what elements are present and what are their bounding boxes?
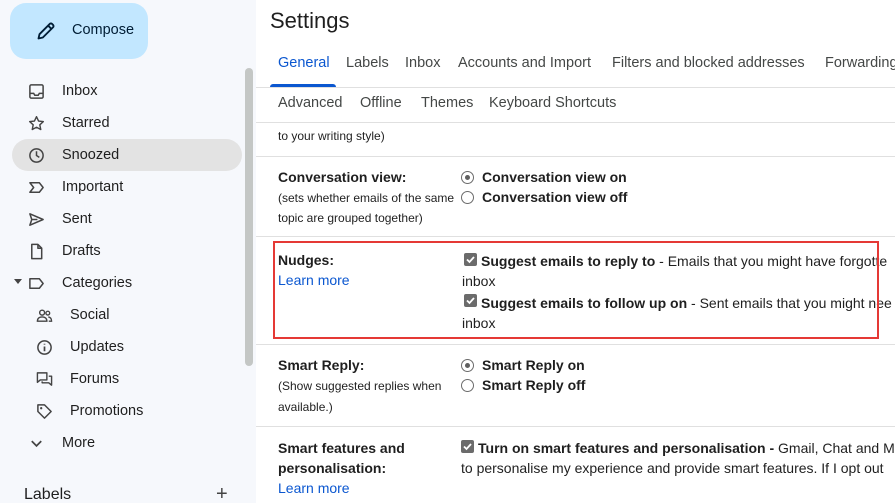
- section-divider: [256, 156, 895, 157]
- caret-down-icon[interactable]: [14, 279, 22, 284]
- tab-general[interactable]: General: [278, 55, 330, 71]
- sidebar-item-updates[interactable]: Updates: [12, 331, 242, 363]
- sidebar-item-more[interactable]: More: [12, 427, 242, 459]
- smart-reply-off-label: Smart Reply off: [482, 377, 586, 393]
- smart-reply-hint: (Show suggested replies when: [278, 379, 442, 393]
- sidebar-item-label: Forums: [70, 371, 120, 387]
- sidebar-item-label: Promotions: [70, 403, 144, 419]
- tab-labels[interactable]: Labels: [346, 55, 389, 71]
- section-divider: [256, 426, 895, 427]
- people-icon: [36, 309, 53, 322]
- add-label-button[interactable]: +: [216, 484, 228, 503]
- chevron-down-icon: [31, 440, 42, 448]
- conversation-view-hint: (sets whether emails of the same: [278, 191, 455, 205]
- send-icon: [29, 213, 44, 226]
- forum-icon: [36, 372, 53, 386]
- settings-panel: Settings General Labels Inbox Accounts a…: [256, 0, 895, 503]
- info-icon: [37, 340, 52, 355]
- sidebar-item-label: Sent: [62, 211, 92, 227]
- conversation-view-off-label: Conversation view off: [482, 189, 628, 205]
- checkmark-icon: [463, 443, 472, 451]
- sidebar-item-label: Updates: [70, 339, 125, 355]
- tab-offline[interactable]: Offline: [360, 95, 402, 111]
- sidebar-item-label: Social: [70, 307, 110, 323]
- important-icon: [29, 182, 44, 193]
- smart-reply-hint: available.): [278, 400, 333, 414]
- conversation-view-on-label: Conversation view on: [482, 169, 627, 185]
- sidebar: Compose Inbox Starred Snoozed Important …: [0, 0, 256, 503]
- sidebar-item-starred[interactable]: Starred: [12, 107, 242, 139]
- tabs-divider: [256, 122, 895, 123]
- sidebar-item-sent[interactable]: Sent: [12, 203, 242, 235]
- tabs-divider: [256, 87, 895, 88]
- section-divider: [256, 344, 895, 345]
- sidebar-item-categories[interactable]: Categories: [12, 267, 242, 299]
- smart-features-label: personalisation:: [278, 460, 387, 476]
- smart-reply-off-radio[interactable]: [461, 379, 474, 392]
- sidebar-item-label: Inbox: [62, 83, 98, 99]
- tab-filters-and-blocked[interactable]: Filters and blocked addresses: [612, 55, 805, 71]
- smart-reply-on-label: Smart Reply on: [482, 357, 585, 373]
- inbox-icon: [29, 84, 44, 99]
- pencil-icon: [37, 22, 55, 40]
- sidebar-item-forums[interactable]: Forums: [12, 363, 242, 395]
- label-icon: [29, 278, 44, 289]
- tab-accounts-and-import[interactable]: Accounts and Import: [458, 55, 591, 71]
- tag-icon: [37, 404, 52, 419]
- tab-forwarding[interactable]: Forwarding: [825, 55, 895, 71]
- conversation-view-hint: topic are grouped together): [278, 211, 423, 225]
- conversation-view-label: Conversation view:: [278, 169, 407, 185]
- sidebar-item-label: Categories: [62, 275, 133, 291]
- tab-themes[interactable]: Themes: [421, 95, 473, 111]
- sidebar-item-label: Starred: [62, 115, 110, 131]
- tab-advanced[interactable]: Advanced: [278, 95, 343, 111]
- sidebar-item-promotions[interactable]: Promotions: [12, 395, 242, 427]
- sidebar-item-drafts[interactable]: Drafts: [12, 235, 242, 267]
- sidebar-item-inbox[interactable]: Inbox: [12, 75, 242, 107]
- smart-features-label: Smart features and: [278, 440, 405, 456]
- smart-features-learn-more-link[interactable]: Learn more: [278, 480, 350, 496]
- sidebar-item-label: Drafts: [62, 243, 101, 259]
- tab-inbox[interactable]: Inbox: [405, 55, 440, 71]
- compose-button[interactable]: Compose: [10, 3, 148, 59]
- smart-reply-label: Smart Reply:: [278, 357, 365, 373]
- sidebar-item-label: Important: [62, 179, 124, 195]
- compose-label: Compose: [72, 22, 135, 38]
- section-divider: [256, 236, 895, 237]
- tab-keyboard-shortcuts[interactable]: Keyboard Shortcuts: [489, 95, 616, 111]
- smart-features-wrap: to personalise my experience and provide…: [461, 460, 884, 476]
- smart-features-checkbox[interactable]: [461, 440, 474, 453]
- sidebar-item-label: Snoozed: [62, 147, 120, 163]
- highlight-box: [273, 241, 879, 339]
- smart-reply-on-radio[interactable]: [461, 359, 474, 372]
- conversation-view-on-radio[interactable]: [461, 171, 474, 184]
- sidebar-item-social[interactable]: Social: [12, 299, 242, 331]
- sidebar-item-label: More: [62, 435, 96, 451]
- labels-heading: Labels: [24, 486, 72, 503]
- previous-setting-text: to your writing style): [278, 129, 385, 143]
- star-icon: [28, 115, 45, 131]
- clock-icon: [29, 148, 44, 163]
- page-title: Settings: [270, 8, 350, 33]
- conversation-view-off-radio[interactable]: [461, 191, 474, 204]
- sidebar-scrollbar[interactable]: [245, 68, 253, 366]
- smart-features-option-label: Turn on smart features and personalisati…: [478, 440, 895, 456]
- sidebar-item-snoozed[interactable]: Snoozed: [12, 139, 242, 171]
- draft-icon: [31, 243, 43, 260]
- sidebar-item-important[interactable]: Important: [12, 171, 242, 203]
